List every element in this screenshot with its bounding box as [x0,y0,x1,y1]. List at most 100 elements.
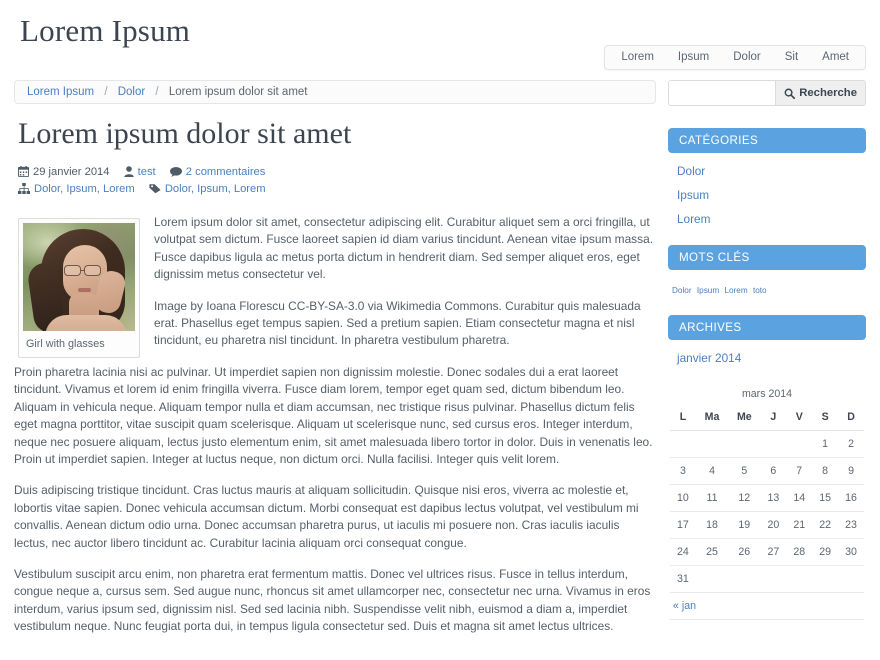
calendar-day: 1 [812,430,839,458]
article-paragraph: Duis adipiscing tristique tincidunt. Cra… [14,483,639,550]
categories-list: Dolor Ipsum Lorem [668,159,866,231]
widget-title-categories: CATÉGORIES [668,128,866,153]
breadcrumb-item-home[interactable]: Lorem Ipsum [27,86,94,98]
calendar-weekday: J [760,409,787,431]
calendar-day: 8 [812,457,839,485]
search-icon [784,88,796,99]
list-item[interactable]: Lorem [668,207,866,231]
calendar-week-row: 1 2 [670,430,864,458]
archives-list: janvier 2014 [668,346,866,370]
nav-item-sit[interactable]: Sit [773,46,810,69]
article-figure: Girl with glasses [18,218,140,358]
calendar-icon [18,166,29,177]
entry-content: Girl with glasses Lorem ipsum dolor sit … [14,214,656,636]
nav-item-amet[interactable]: Amet [810,46,861,69]
calendar-day [786,565,813,593]
calendar-day: 18 [695,511,729,539]
nav-item-dolor[interactable]: Dolor [721,46,772,69]
archive-link-janvier-2014[interactable]: janvier 2014 [677,351,741,365]
calendar-weekday: V [786,409,813,431]
meta-author-link[interactable]: test [138,166,156,178]
content-row: Lorem Ipsum / Dolor / Lorem ipsum dolor … [0,80,880,650]
calendar-day: 16 [838,484,864,512]
user-icon [123,166,134,177]
tag-link-toto[interactable]: toto [753,286,767,295]
meta-tags: Dolor, Ipsum, Lorem [149,181,266,198]
calendar-day [838,565,864,593]
calendar-day: 19 [728,511,761,539]
widget-title-archives: ARCHIVES [668,315,866,340]
calendar-week-row: 17 18 19 20 21 22 23 [670,511,864,539]
calendar-day [728,430,761,458]
calendar-prev-cell[interactable]: « jan [670,592,864,620]
calendar-weekday: Ma [695,409,729,431]
breadcrumb-item-current: Lorem ipsum dolor sit amet [168,86,308,98]
widget-archives: ARCHIVES janvier 2014 [668,315,866,370]
breadcrumb: Lorem Ipsum / Dolor / Lorem ipsum dolor … [14,80,656,104]
calendar-nav-row: « jan [670,592,864,620]
tag-link-ipsum[interactable]: Ipsum [697,286,719,295]
entry-meta-line-1: 29 janvier 2014 test 2 commentaires [18,164,656,181]
list-item[interactable]: Dolor [668,159,866,183]
nav-item-lorem[interactable]: Lorem [609,46,666,69]
meta-categories: Dolor, Ipsum, Lorem [18,181,135,198]
calendar-day: 17 [670,511,696,539]
meta-categories-link[interactable]: Dolor, Ipsum, Lorem [34,183,135,195]
main-column: Lorem Ipsum / Dolor / Lorem ipsum dolor … [14,80,662,650]
list-item[interactable]: Ipsum [668,183,866,207]
meta-tags-link[interactable]: Dolor, Ipsum, Lorem [165,183,266,195]
figure-image-glasses-bridge [81,270,85,271]
nav-item-ipsum[interactable]: Ipsum [666,46,721,69]
calendar-day: 25 [695,538,729,566]
search-form[interactable]: Recherche [668,80,866,106]
breadcrumb-separator: / [155,86,159,98]
article-paragraph: Proin pharetra lacinia nisi ac pulvinar.… [14,365,653,467]
calendar-weekday: S [812,409,839,431]
sidebar: Recherche CATÉGORIES Dolor Ipsum Lorem M… [662,80,866,650]
entry-meta: 29 janvier 2014 test 2 commentaires Dolo… [18,164,656,198]
calendar-day: 27 [760,538,787,566]
calendar-prev-link[interactable]: « jan [673,600,696,612]
meta-author: test [123,164,156,181]
calendar-week-row: 3 4 5 6 7 8 9 [670,457,864,485]
search-input[interactable] [669,81,776,105]
figure-image-glasses-right [84,265,101,276]
calendar-day: 7 [786,457,813,485]
search-button[interactable]: Recherche [775,81,865,105]
tag-cloud: Dolor Ipsum Lorem toto [668,276,866,301]
meta-date: 29 janvier 2014 [18,164,110,181]
calendar-day: 9 [838,457,864,485]
calendar-day: 15 [812,484,839,512]
calendar-day [728,565,761,593]
calendar-weekday: L [670,409,696,431]
search-button-label: Recherche [799,87,857,99]
list-item[interactable]: janvier 2014 [668,346,866,370]
category-link-lorem[interactable]: Lorem [677,212,710,226]
tag-link-lorem[interactable]: Lorem [724,286,747,295]
calendar-head: L Ma Me J V S D [670,409,864,431]
site-header: Lorem Ipsum Lorem Ipsum Dolor Sit Amet [0,0,880,80]
calendar-day: 10 [670,484,696,512]
calendar-day: 5 [728,457,761,485]
calendar-day: 24 [670,538,696,566]
tag-link-dolor[interactable]: Dolor [672,286,692,295]
tag-icon [149,183,161,194]
calendar-week-row: 31 [670,565,864,593]
meta-comments-link[interactable]: 2 commentaires [186,166,266,178]
calendar-day: 31 [670,565,696,593]
calendar-day [786,430,813,458]
calendar-day [670,430,696,458]
calendar-body: 1 2 3 4 5 6 7 8 9 10 11 12 13 14 15 16 1… [670,430,864,593]
article-paragraph: Vestibulum suscipit arcu enim, non phare… [14,567,651,634]
category-link-ipsum[interactable]: Ipsum [677,188,709,202]
calendar-foot: « jan [670,592,864,620]
calendar-week-row: 10 11 12 13 14 15 16 [670,484,864,512]
calendar-day: 6 [760,457,787,485]
calendar-day [695,565,729,593]
breadcrumb-item-category[interactable]: Dolor [118,86,145,98]
main-navigation[interactable]: Lorem Ipsum Dolor Sit Amet [604,45,866,70]
calendar-day [812,565,839,593]
category-link-dolor[interactable]: Dolor [677,164,705,178]
calendar-weekday: D [838,409,864,431]
calendar-day: 20 [760,511,787,539]
